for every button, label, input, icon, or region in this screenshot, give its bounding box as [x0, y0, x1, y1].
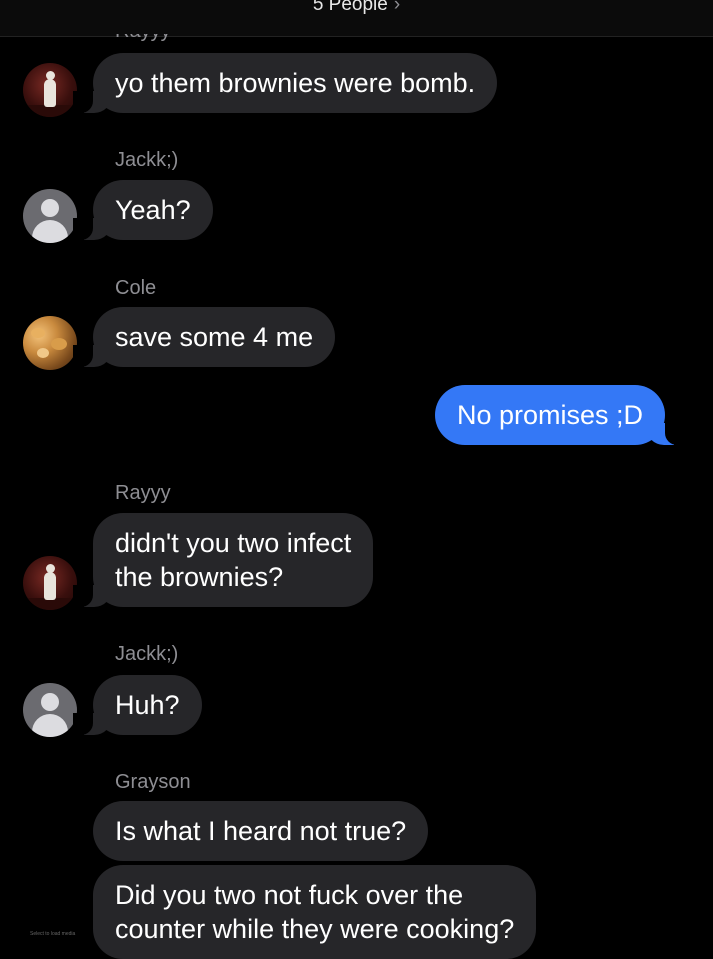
red-figure-avatar[interactable] [23, 63, 77, 117]
default-person-avatar[interactable] [23, 189, 77, 243]
sender-name: Jackk;) [115, 643, 179, 665]
message-bubble[interactable]: yo them brownies were bomb. [72, 53, 498, 113]
message-bubble[interactable]: Huh? [73, 675, 202, 735]
header-title[interactable]: 5 People › [0, 0, 713, 16]
people-count-label[interactable]: 5 People [313, 0, 388, 15]
sender-name: Rayyy [115, 482, 171, 504]
conversation-header[interactable]: 5 People › [0, 0, 713, 37]
outgoing-message-bubble[interactable]: No promises ;D [435, 385, 686, 445]
message-bubble[interactable]: Yeah? [73, 180, 213, 240]
sender-name: Grayson [115, 771, 191, 793]
chevron-right-icon: › [393, 0, 401, 15]
sender-name: Cole [115, 277, 157, 299]
message-bubble[interactable]: save some 4 me [72, 307, 336, 367]
message-bubble[interactable]: Is what I heard not true? [93, 801, 429, 861]
food-photo-avatar[interactable] [23, 316, 77, 370]
sender-name: Jackk;) [115, 149, 179, 171]
default-person-avatar[interactable] [23, 683, 77, 737]
load-media-note[interactable]: Select to load media [30, 931, 75, 937]
message-bubble[interactable]: didn't you two infect the brownies? [72, 513, 374, 607]
red-figure-avatar[interactable] [23, 556, 77, 610]
message-bubble[interactable]: Did you two not fuck over the counter wh… [93, 865, 537, 959]
